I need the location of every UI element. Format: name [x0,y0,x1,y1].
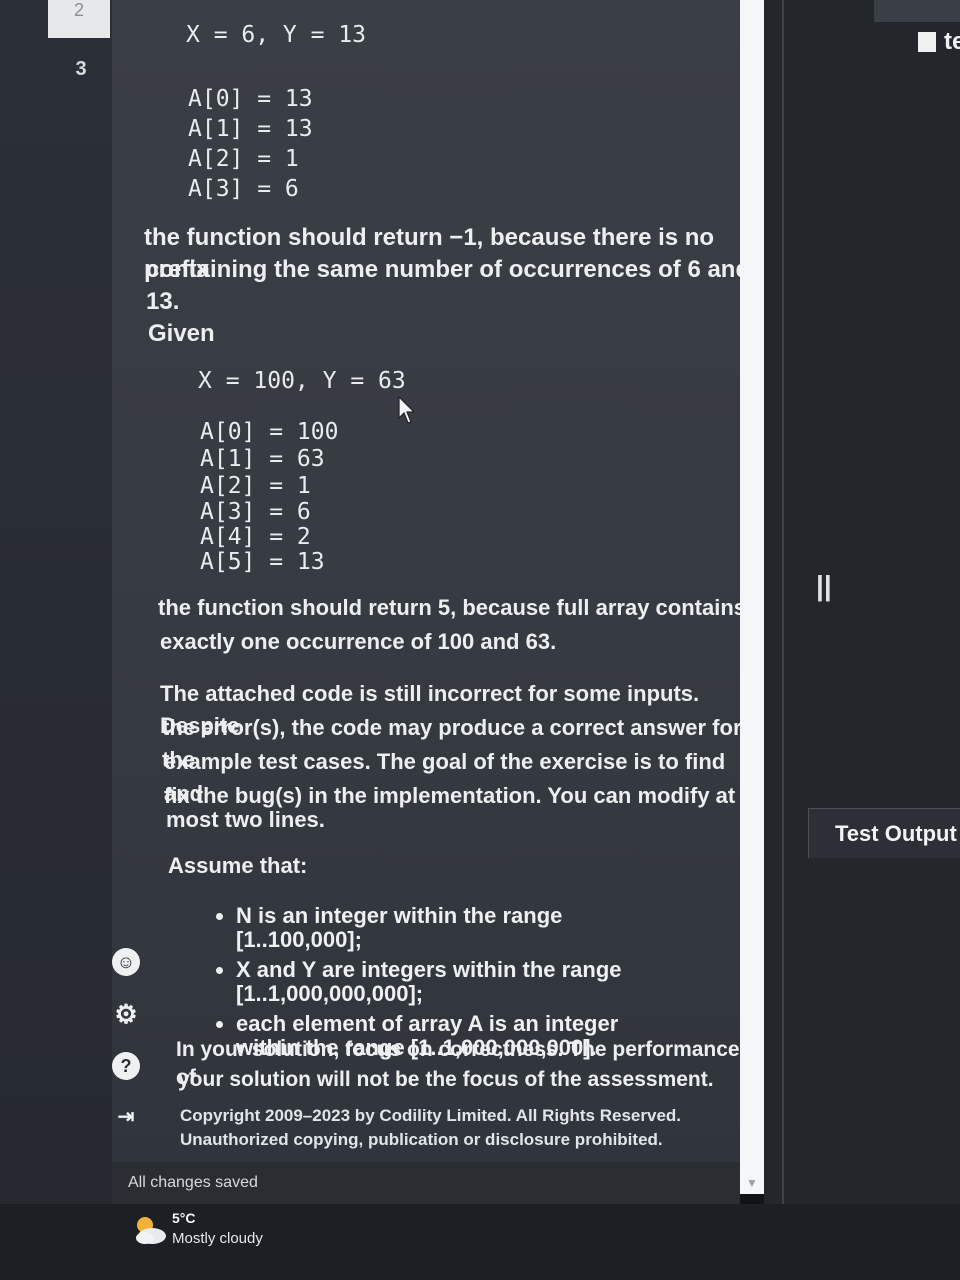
array-line: A[0] = 13 [188,86,313,112]
right-panel: te || Test Output [764,0,960,1230]
array-line: A[1] = 63 [200,446,325,472]
example-header: X = 100, Y = 63 [198,368,406,394]
copyright-line: Copyright 2009–2023 by Codility Limited.… [180,1106,682,1125]
assume-label: Assume that: [168,853,308,878]
mouse-cursor-icon [398,396,416,424]
focus-note-line: your solution will not be the focus of t… [178,1068,714,1091]
array-line: A[5] = 13 [200,549,325,575]
array-line: A[3] = 6 [188,176,299,202]
bug-note-line: most two lines. [166,807,325,832]
given-label: Given [148,320,215,347]
accessibility-icon[interactable]: ☺ [112,948,140,976]
explanation-line: exactly one occurrence of 100 and 63. [160,629,557,654]
line-number-2: 2 [48,0,110,38]
resize-handle[interactable]: || [816,570,832,602]
taskbar: 5°C Mostly cloudy [0,1204,960,1280]
example-header: X = 6, Y = 13 [186,22,367,48]
status-bar: All changes saved [112,1162,740,1204]
help-icon[interactable]: ? [112,1052,140,1080]
gear-icon[interactable]: ⚙ [112,999,140,1029]
copyright-notice: Copyright 2009–2023 by Codility Limited.… [180,1104,681,1152]
weather-temperature[interactable]: 5°C [172,1210,196,1226]
toolbar-button[interactable] [874,0,960,22]
explanation-line: the function should return 5, because fu… [158,595,746,620]
line-number-3: 3 [75,58,87,80]
scrollbar-thumb[interactable] [740,0,764,1194]
explanation-line: containing the same number of occurrence… [146,256,751,315]
array-line: A[2] = 1 [200,473,311,499]
array-line: A[1] = 13 [188,116,313,142]
copyright-line: Unauthorized copying, publication or dis… [180,1130,663,1149]
logout-icon[interactable]: ⇥ [112,1102,140,1130]
file-icon [918,32,936,52]
array-line: A[4] = 2 [200,524,311,550]
array-line: A[0] = 100 [200,419,339,445]
left-rail: 2 3 [0,0,112,1230]
toolbar-label: te [944,28,960,55]
weather-cloud-sun-icon[interactable] [130,1212,170,1248]
weather-description[interactable]: Mostly cloudy [172,1230,263,1247]
array-line: A[2] = 1 [188,146,299,172]
scroll-down-icon[interactable]: ▼ [740,1172,764,1194]
task-description-panel: X = 6, Y = 13 A[0] = 13 A[1] = 13 A[2] =… [112,0,762,1162]
task-panel-scrollbar[interactable]: ▼ [740,0,764,1194]
tab-test-output[interactable]: Test Output [808,808,960,858]
array-line: A[3] = 6 [200,499,311,525]
list-item: X and Y are integers within the range [1… [236,958,676,1006]
panel-divider [782,0,784,1230]
list-item: N is an integer within the range [1..100… [236,904,676,952]
